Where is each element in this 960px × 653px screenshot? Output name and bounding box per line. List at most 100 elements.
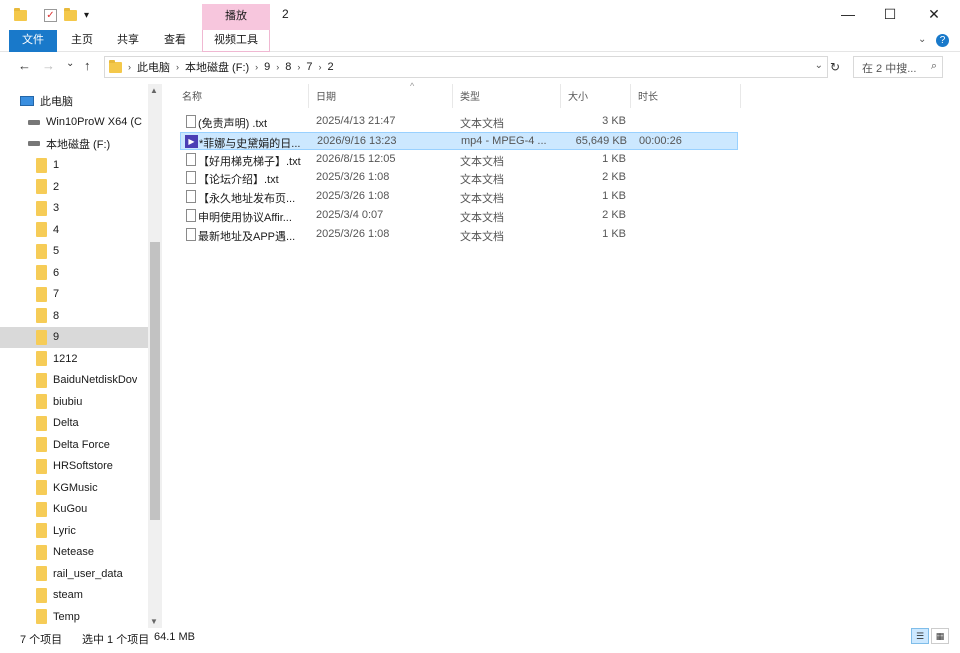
video-file-icon: ▶ [185,134,198,148]
address-bar[interactable]: › 此电脑 › 本地磁盘 (F:) › 9 › 8 › 7 › 2 ⌄ [104,56,828,78]
table-row[interactable]: 申明使用协议Affir... 2025/3/4 0:07 文本文档 2 KB [180,207,738,225]
sidebar-item-19[interactable]: KuGou [0,499,148,520]
sidebar-item-1[interactable]: Win10ProW X64 (C [0,112,148,133]
customize-quick-access-button[interactable]: ▾ [84,7,89,23]
file-size: 2 KB [602,209,626,221]
navigation-scrollbar[interactable]: ▲ ▼ [148,84,162,628]
column-header-date[interactable]: 日期 [316,88,336,108]
file-date: 2026/9/16 13:23 [317,134,397,147]
sidebar-item-2[interactable]: 本地磁盘 (F:) [0,133,148,154]
table-row[interactable]: 【论坛介绍】.txt 2025/3/26 1:08 文本文档 2 KB [180,169,738,187]
folder-icon [36,265,47,280]
sidebar-item-17[interactable]: HRSoftstore [0,456,148,477]
file-size: 2 KB [602,171,626,184]
up-button[interactable]: ↑ [84,58,91,73]
column-header-size[interactable]: 大小 [568,88,588,108]
column-header-name[interactable]: 名称 [182,88,202,108]
sidebar-item-4[interactable]: 2 [0,176,148,197]
scroll-down-icon[interactable]: ▼ [150,617,158,626]
scrollbar-thumb[interactable] [150,242,160,520]
drive-icon [28,141,40,146]
sidebar-item-23[interactable]: steam [0,585,148,606]
file-size: 65,649 KB [575,134,627,147]
table-row[interactable]: (免责声明) .txt 2025/4/13 21:47 文本文档 3 KB [180,113,738,131]
folder-icon [36,480,47,495]
sidebar-item-10[interactable]: 8 [0,305,148,326]
sidebar-item-13[interactable]: BaiduNetdiskDov [0,370,148,391]
text-file-icon [186,152,196,166]
sidebar-item-15[interactable]: Delta [0,413,148,434]
sidebar-item-8[interactable]: 6 [0,262,148,283]
breadcrumb-8[interactable]: 8 [285,61,291,73]
tab-home[interactable]: 主页 [64,30,100,52]
breadcrumb-7[interactable]: 7 [306,61,312,73]
folder-icon [36,308,47,323]
ribbon-collapse-button[interactable]: ⌄ [918,34,926,45]
file-size: 1 KB [602,190,626,203]
table-row[interactable]: 【好用梯克梯子】.txt 2026/8/15 12:05 文本文档 1 KB [180,151,738,169]
file-type: 文本文档 [460,118,504,130]
sidebar-item-6[interactable]: 4 [0,219,148,240]
file-type: 文本文档 [460,230,504,243]
sidebar-item-label: rail_user_data [53,567,123,580]
help-icon[interactable]: ? [936,34,949,47]
breadcrumb-drive-f[interactable]: 本地磁盘 (F:) [185,59,249,75]
maximize-button[interactable]: ☐ [868,3,912,25]
refresh-button[interactable]: ↻ [830,60,840,74]
large-icons-view-button[interactable]: ▦ [931,628,949,644]
sidebar-item-label: 4 [53,223,60,236]
column-header-duration[interactable]: 时长 [638,88,658,108]
breadcrumb-9[interactable]: 9 [264,61,270,73]
close-button[interactable]: ✕ [912,3,956,25]
sidebar-item-label: 此电脑 [40,95,73,108]
breadcrumb-this-pc[interactable]: 此电脑 [137,59,170,75]
column-header-type[interactable]: 类型 [460,88,480,108]
search-input[interactable]: 在 2 中搜... ⌕ [853,56,943,78]
tab-file[interactable]: 文件 [9,30,57,52]
sidebar-item-11[interactable]: 9 [0,326,148,348]
sidebar-item-7[interactable]: 5 [0,241,148,262]
sidebar-item-5[interactable]: 3 [0,198,148,219]
sidebar-item-18[interactable]: KGMusic [0,477,148,498]
drive-icon [28,119,40,125]
file-list-scrollbar[interactable] [946,84,960,628]
table-row[interactable]: 【永久地址发布页... 2025/3/26 1:08 文本文档 1 KB [180,188,738,206]
folder-icon [36,243,47,259]
properties-check-icon[interactable]: ✓ [44,7,57,23]
sidebar-item-9[interactable]: 7 [0,284,148,305]
explorer-window: ✓ ▾ 播放 2 — ☐ ✕ 文件 主页 共享 查看 视频工具 ⌄ ? ← → … [0,0,960,653]
sidebar-item-24[interactable]: Temp [0,606,148,627]
file-name: 【永久地址发布页... [198,193,296,206]
ribbon-tabs: 文件 主页 共享 查看 视频工具 ⌄ ? [0,30,960,52]
sidebar-item-20[interactable]: Lyric [0,520,148,541]
new-folder-icon[interactable] [64,7,77,23]
sidebar-item-14[interactable]: biubiu [0,391,148,412]
file-duration: 00:00:26 [639,134,682,147]
sidebar-item-16[interactable]: Delta Force [0,434,148,455]
address-dropdown-button[interactable]: ⌄ [815,60,823,71]
file-name: 【好用梯克梯子】.txt [198,155,301,168]
sidebar-item-0[interactable]: 此电脑 [0,90,148,111]
minimize-button[interactable]: — [826,3,870,25]
sidebar-item-12[interactable]: 1212 [0,348,148,369]
folder-icon [109,59,122,73]
sidebar-item-22[interactable]: rail_user_data [0,563,148,584]
table-row[interactable]: ▶ *菲娜与史黛娟的日... 2026/9/16 13:23 mp4 - MPEG-4… [180,131,738,150]
sidebar-item-label: 9 [53,331,60,343]
details-view-button[interactable]: ☰ [911,628,929,644]
tab-share[interactable]: 共享 [110,30,146,52]
sidebar-item-3[interactable]: 1 [0,155,148,176]
scroll-up-icon[interactable]: ▲ [150,86,158,95]
sidebar-item-label: Win10ProW X64 (C [46,116,142,128]
back-button[interactable]: ← [18,58,31,73]
quick-access-folder-icon[interactable] [14,7,27,23]
folder-icon [36,200,47,216]
tab-video-tools[interactable]: 视频工具 [202,30,270,52]
table-row[interactable]: 最新地址及APP遇... 2025/3/26 1:08 文本文档 1 KB [180,226,738,244]
search-icon[interactable]: ⌕ [931,60,937,73]
breadcrumb-2[interactable]: 2 [328,61,334,73]
tab-view[interactable]: 查看 [157,30,193,52]
forward-button[interactable]: → [42,58,55,73]
recent-locations-button[interactable]: ⌄ [66,58,74,69]
sidebar-item-21[interactable]: Netease [0,542,148,563]
